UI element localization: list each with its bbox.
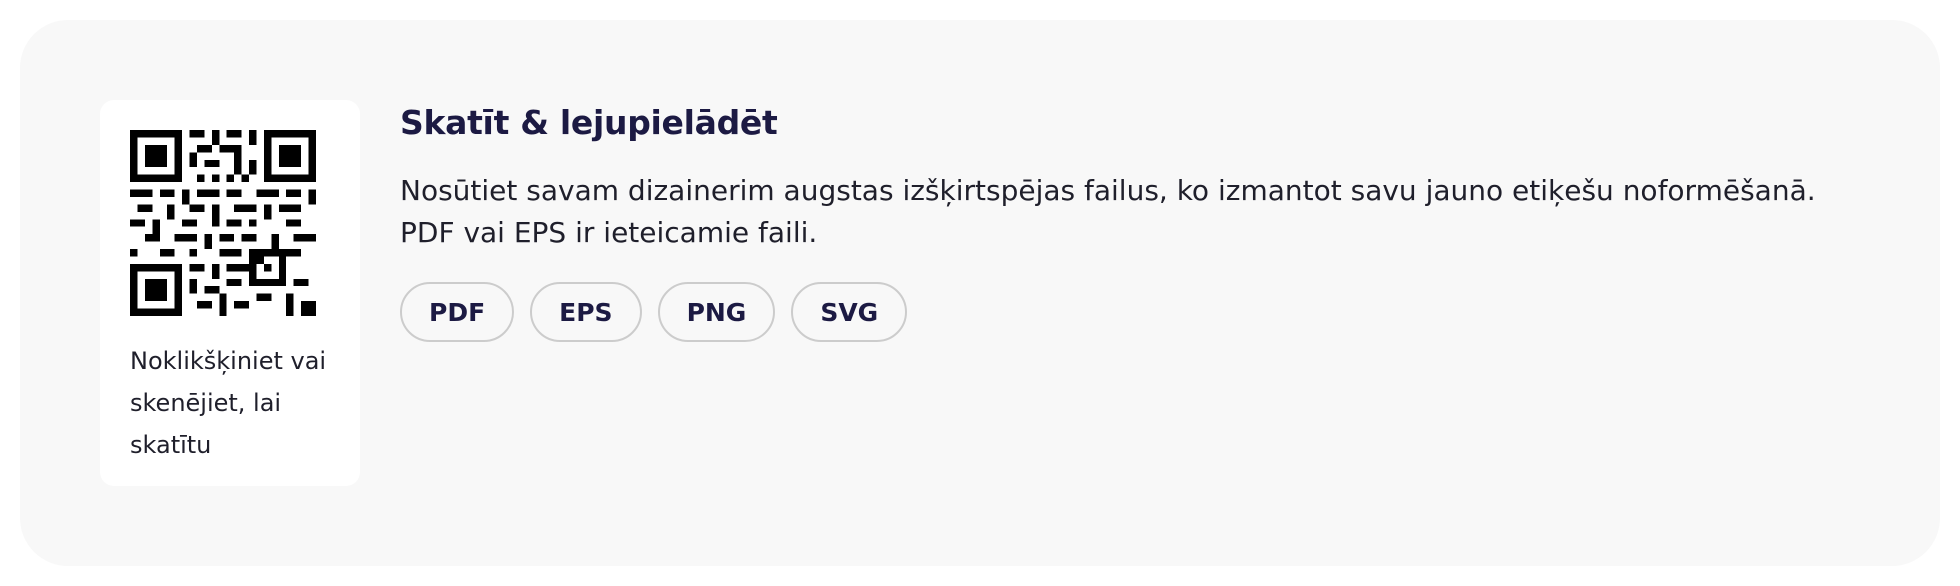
- qr-code-icon[interactable]: [130, 130, 316, 316]
- qr-card[interactable]: Noklikšķiniet vai skenējiet, lai skatītu: [100, 100, 360, 486]
- png-download-button[interactable]: PNG: [657, 282, 776, 342]
- section-title: Skatīt & lejupielādēt: [400, 103, 778, 142]
- download-content: Skatīt & lejupielādēt Nosūtiet savam diz…: [400, 100, 1840, 342]
- download-card: Noklikšķiniet vai skenējiet, lai skatītu…: [20, 20, 1940, 566]
- format-buttons: PDF EPS PNG SVG: [400, 282, 1840, 342]
- qr-caption: Noklikšķiniet vai skenējiet, lai skatītu: [130, 347, 327, 459]
- eps-download-button[interactable]: EPS: [530, 282, 642, 342]
- section-description: Nosūtiet savam dizainerim augstas izšķir…: [400, 174, 1816, 249]
- svg-download-button[interactable]: SVG: [791, 282, 908, 342]
- pdf-download-button[interactable]: PDF: [400, 282, 515, 342]
